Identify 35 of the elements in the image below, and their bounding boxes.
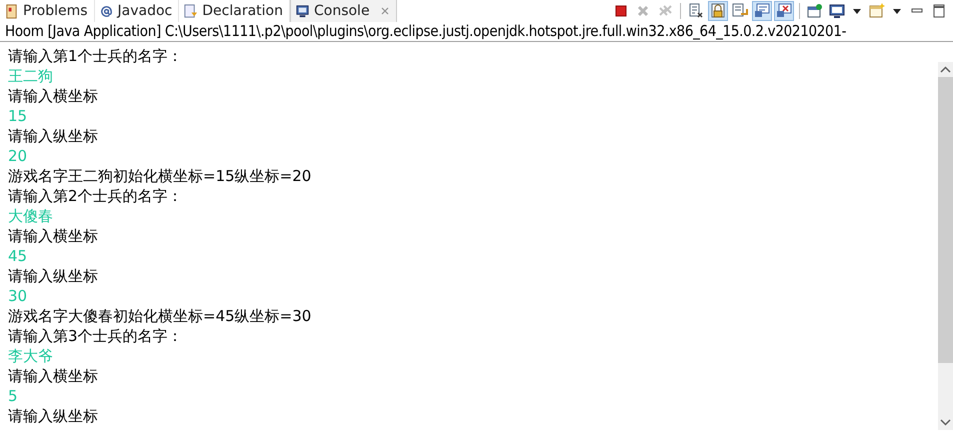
console-err-icon[interactable] (774, 1, 794, 21)
output-line: 请输入第1个士兵的名字： (8, 46, 184, 66)
input-line: 20 (8, 146, 28, 166)
output-line: 游戏名字大傻春初始化横坐标=45纵坐标=30 (8, 306, 312, 326)
output-line: 请输入纵坐标 (8, 126, 99, 146)
output-line: 请输入纵坐标 (8, 266, 99, 286)
caret-icon[interactable] (853, 8, 861, 14)
console-icon (294, 4, 310, 18)
input-line: 30 (8, 286, 28, 306)
input-line: 45 (8, 246, 28, 266)
declaration-icon (183, 4, 198, 18)
scroll-thumb[interactable] (938, 77, 953, 363)
caret-icon[interactable] (893, 8, 901, 14)
lock-icon[interactable] (708, 1, 728, 21)
view-tab[interactable]: Javadoc (94, 0, 180, 22)
view-tab[interactable]: Console (290, 0, 397, 22)
problems-icon (4, 4, 19, 18)
console-out-icon[interactable] (752, 1, 772, 21)
view-tab[interactable]: Problems (0, 0, 95, 22)
output-line: 请输入纵坐标 (8, 406, 99, 426)
output-line: 请输入横坐标 (8, 366, 99, 386)
scrollbar[interactable] (938, 62, 953, 430)
output-line: 请输入横坐标 (8, 226, 99, 246)
input-line: 5 (8, 386, 19, 406)
output-line: 游戏名字王二狗初始化横坐标=15纵坐标=20 (8, 166, 312, 186)
process-label: Hoom [Java Application] C:\Users\1111\.p2\pool\plugins\org.eclipse.justj.openjdk.hotspot.jre.full.win32.x86_64_15.0.2.v20210201- (0, 22, 953, 42)
output-line: 请输入第3个士兵的名字： (8, 326, 184, 346)
input-line: 15 (8, 106, 28, 126)
view-tab[interactable]: Declaration (179, 0, 290, 22)
output-line: 请输入横坐标 (8, 86, 99, 106)
close-icon[interactable] (380, 6, 390, 16)
input-line: 李大爷 (8, 346, 54, 366)
output-line: 请输入第2个士兵的名字： (8, 186, 184, 206)
input-line: 王二狗 (8, 66, 54, 86)
input-line: 大傻春 (8, 206, 54, 226)
